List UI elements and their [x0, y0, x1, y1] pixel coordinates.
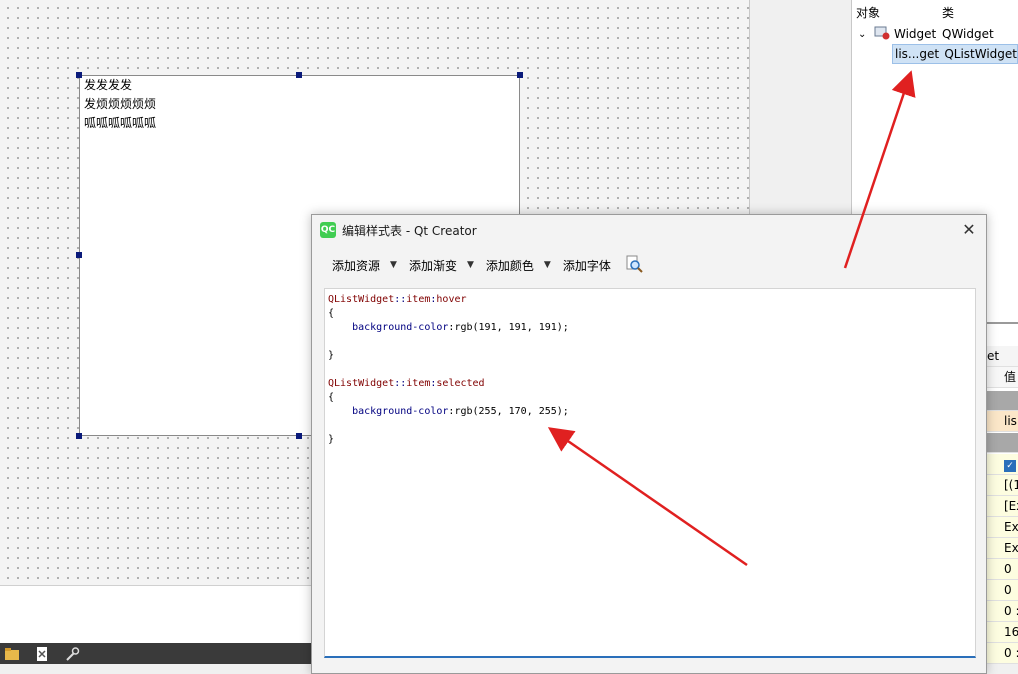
code-line: background-color:rgb(255, 170, 255); [328, 405, 975, 419]
code-line: } [328, 349, 975, 363]
resize-handle[interactable] [296, 72, 302, 78]
tree-row-widget[interactable]: ⌄ Widget QWidget [852, 24, 1018, 44]
column-object[interactable]: 对象 [852, 4, 942, 21]
wrench-icon[interactable] [62, 644, 82, 664]
code-line: QListWidget::item:selected [328, 377, 975, 391]
edit-stylesheet-dialog: QC 编辑样式表 - Qt Creator ✕ 添加资源 ▼ 添加渐变 ▼ 添加… [311, 214, 987, 674]
code-token: :rgb(255, 170, 255); [448, 406, 569, 417]
tree-row-name: Widget [894, 27, 937, 41]
qt-creator-icon: QC [320, 222, 336, 238]
list-item[interactable]: 发烦烦烦烦烦 [80, 95, 519, 114]
add-font-button[interactable]: 添加字体 [559, 257, 615, 274]
code-token: QListWidget [328, 294, 395, 305]
code-line: QListWidget::item:hover [328, 293, 975, 307]
code-token: :: [394, 378, 407, 389]
resize-handle[interactable] [517, 72, 523, 78]
tree-row-name: lis...get [895, 47, 940, 61]
property-value[interactable]: 0 : [987, 643, 1018, 664]
checkbox-checked-icon[interactable]: ✓ [1004, 460, 1016, 472]
code-token: :: [394, 294, 407, 305]
code-token: } [328, 434, 335, 445]
code-token: item [406, 294, 431, 305]
resize-handle[interactable] [76, 72, 82, 78]
designer-bottom-panel [0, 585, 312, 643]
column-class[interactable]: 类 [942, 4, 954, 21]
property-value[interactable]: 0 [987, 559, 1018, 580]
dropdown-arrow-icon[interactable]: ▼ [467, 260, 474, 270]
folder-icon[interactable] [2, 644, 22, 664]
dropdown-arrow-icon[interactable]: ▼ [390, 260, 397, 270]
code-token: background-color [328, 322, 449, 333]
code-line: } [328, 433, 975, 447]
property-header-fragment: et [987, 346, 1018, 367]
resize-handle[interactable] [296, 433, 302, 439]
close-icon[interactable]: ✕ [960, 221, 978, 239]
list-item[interactable]: 发发发发 [80, 76, 519, 95]
code-line: background-color:rgb(191, 191, 191); [328, 321, 975, 335]
resize-handle[interactable] [76, 433, 82, 439]
taskbar [0, 643, 312, 664]
value-header[interactable]: 值 [987, 367, 1018, 388]
property-value[interactable]: [Ex [987, 496, 1018, 517]
code-token: selected [436, 378, 485, 389]
code-token: } [328, 350, 335, 361]
list-item[interactable]: 呱呱呱呱呱呱 [80, 114, 519, 133]
code-line: { [328, 391, 975, 405]
property-value[interactable]: 0 : [987, 601, 1018, 622]
widget-icon [874, 26, 894, 43]
property-value[interactable]: Ex [987, 538, 1018, 559]
dialog-titlebar[interactable]: QC 编辑样式表 - Qt Creator [312, 215, 986, 245]
chevron-down-icon[interactable]: ⌄ [852, 29, 874, 40]
search-icon[interactable] [625, 255, 643, 276]
property-editor: et 值 lis ✓ [(1 [Ex Ex Ex 0 0 0 : 16 0 : [987, 322, 1018, 664]
code-token: hover [436, 294, 467, 305]
code-token: { [328, 392, 335, 403]
code-line: { [328, 307, 975, 321]
tree-row-class: QWidget [942, 27, 994, 41]
property-value[interactable]: [(1 [987, 475, 1018, 496]
inspector-header: 对象 类 [852, 0, 1018, 24]
dropdown-arrow-icon[interactable]: ▼ [544, 260, 551, 270]
property-group [987, 391, 1018, 411]
property-value[interactable]: 0 [987, 580, 1018, 601]
code-token: QListWidget [328, 378, 395, 389]
property-value[interactable]: Ex [987, 517, 1018, 538]
property-checkbox[interactable]: ✓ [987, 454, 1018, 475]
property-group [987, 433, 1018, 453]
document-close-icon[interactable] [32, 644, 52, 664]
add-resource-button[interactable]: 添加资源 [328, 257, 384, 274]
stylesheet-editor[interactable]: QListWidget::item:hover{ background-colo… [324, 288, 976, 658]
code-token: item [406, 378, 431, 389]
code-token: :rgb(191, 191, 191); [448, 322, 569, 333]
code-token: background-color [328, 406, 449, 417]
tree-row-listwidget[interactable]: lis...get QListWidget [892, 44, 1018, 64]
property-value[interactable]: 16 [987, 622, 1018, 643]
property-value[interactable]: lis [987, 411, 1018, 432]
dialog-toolbar: 添加资源 ▼ 添加渐变 ▼ 添加颜色 ▼ 添加字体 [312, 245, 986, 285]
add-color-button[interactable]: 添加颜色 [482, 257, 538, 274]
tree-row-class: QListWidget [944, 47, 1017, 61]
dialog-title: 编辑样式表 - Qt Creator [342, 223, 477, 238]
resize-handle[interactable] [76, 252, 82, 258]
code-token: { [328, 308, 335, 319]
add-gradient-button[interactable]: 添加渐变 [405, 257, 461, 274]
